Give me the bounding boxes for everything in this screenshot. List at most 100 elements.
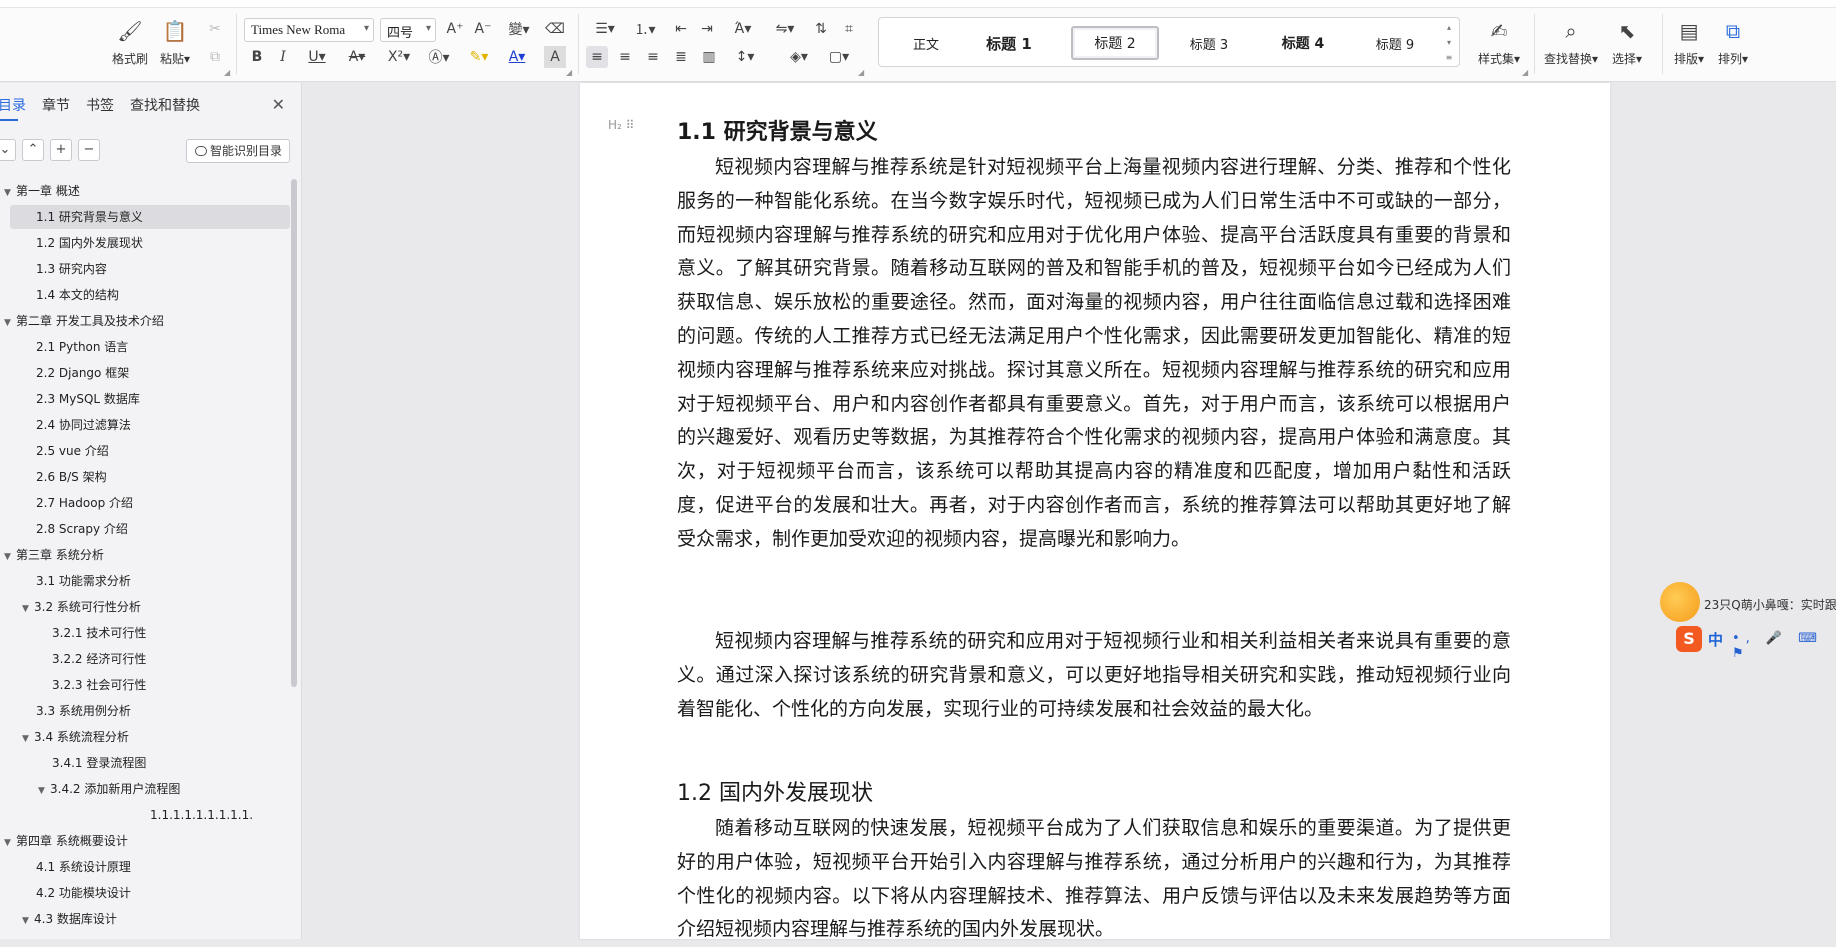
chevron-up-icon[interactable]: ⌃ <box>22 139 44 161</box>
heading-1-2[interactable]: 1.2 国内外发展现状 <box>677 775 873 807</box>
select-button[interactable]: ⬉ 选择▾ <box>1612 18 1642 67</box>
italic-icon[interactable]: I <box>272 46 294 68</box>
paragraph-3[interactable]: 随着移动互联网的快速发展，短视频平台成为了人们获取信息和娱乐的重要渠道。为了提供… <box>677 812 1511 947</box>
text-effect-icon[interactable]: Ⓐ▾ <box>424 46 454 68</box>
nav-scrollbar[interactable] <box>291 179 297 687</box>
heading-handle-icon[interactable]: H₂ ⠿ <box>608 118 634 132</box>
toc-item[interactable]: 2.8 Scrapy 介绍 <box>36 517 128 541</box>
style-heading-1[interactable]: 标题 1 <box>971 26 1047 60</box>
tab-bookmarks[interactable]: 书签 <box>86 95 114 119</box>
shrink-font-icon[interactable]: A⁻ <box>472 18 494 40</box>
text-direction-icon[interactable]: ⇋▾ <box>770 18 800 40</box>
paste-button[interactable]: 📋 粘贴▾ <box>160 18 190 67</box>
toc-item[interactable]: 2.2 Django 框架 <box>36 361 129 385</box>
align-center-icon[interactable]: ≡ <box>614 46 636 68</box>
highlight-icon[interactable]: ✎▾ <box>464 46 494 68</box>
strikethrough-icon[interactable]: A▾ <box>342 46 372 68</box>
align-left-icon[interactable]: ≡ <box>586 46 608 68</box>
style-heading-9[interactable]: 标题 9 <box>1357 26 1433 60</box>
qq-pet-icon[interactable] <box>1660 582 1700 622</box>
tab-find-replace[interactable]: 查找和替换 <box>130 95 200 119</box>
toc-item[interactable]: 1.4 本文的结构 <box>36 283 119 307</box>
sogou-ime-icon[interactable]: S <box>1676 626 1702 652</box>
expand-arrow-icon[interactable]: ▼ <box>4 311 16 335</box>
collapse-down-icon[interactable]: ⌄ <box>0 139 16 161</box>
copy-icon[interactable]: ⧉ <box>204 46 226 68</box>
toc-item[interactable]: 3.2.3 社会可行性 <box>52 673 146 697</box>
cut-icon[interactable]: ✂ <box>204 18 226 40</box>
ime-mode-toggle[interactable]: 中 <box>1708 629 1723 650</box>
clear-format-icon[interactable]: ⌫ <box>544 18 566 40</box>
toc-item[interactable]: ▼ 第三章 系统分析 <box>4 543 104 567</box>
toc-item[interactable]: 1.2 国内外发展现状 <box>36 231 143 255</box>
bold-icon[interactable]: B <box>246 46 268 68</box>
superscript-icon[interactable]: X²▾ <box>384 46 414 68</box>
align-right-icon[interactable]: ≡ <box>642 46 664 68</box>
expand-arrow-icon[interactable]: ▼ <box>22 597 34 621</box>
border-icon[interactable]: ▢▾ <box>824 46 854 68</box>
toc-item[interactable]: 2.7 Hadoop 介绍 <box>36 491 133 515</box>
font-color-icon[interactable]: A▾ <box>502 46 532 68</box>
layout-button[interactable]: ▤ 排版▾ <box>1674 18 1704 67</box>
toc-item[interactable]: 3.1 功能需求分析 <box>36 569 131 593</box>
underline-icon[interactable]: U▾ <box>302 46 332 68</box>
tab-sections[interactable]: 章节 <box>42 95 70 119</box>
bullet-list-icon[interactable]: ☰▾ <box>590 18 620 40</box>
char-shading-icon[interactable]: A <box>544 46 566 68</box>
close-icon[interactable]: ✕ <box>272 95 285 114</box>
toc-item[interactable]: 4.1 系统设计原理 <box>36 855 131 879</box>
arrange-button[interactable]: ⧉ 排列▾ <box>1718 18 1748 67</box>
toc-item[interactable]: 1.3 研究内容 <box>36 257 107 281</box>
style-heading-3[interactable]: 标题 3 <box>1171 26 1247 60</box>
styles-expand-icon[interactable]: ◢ <box>1522 68 1528 77</box>
grow-font-icon[interactable]: A⁺ <box>444 18 466 40</box>
toc-item[interactable]: 3.2.1 技术可行性 <box>52 621 146 645</box>
remove-icon[interactable]: − <box>78 139 100 161</box>
toc-item[interactable]: 1.1 研究背景与意义 <box>36 205 143 229</box>
toc-item[interactable]: 2.1 Python 语言 <box>36 335 128 359</box>
phonetic-guide-icon[interactable]: 變▾ <box>504 18 534 40</box>
toc-item[interactable]: 3.4.1 登录流程图 <box>52 751 146 775</box>
font-name-select[interactable]: Times New Roma ▾ <box>244 18 374 42</box>
expand-arrow-icon[interactable]: ▼ <box>22 727 34 751</box>
ime-tool-icons[interactable]: •, 🎤 ⌨ ⚑ <box>1732 631 1836 661</box>
toc-item[interactable]: ▼ 4.3 数据库设计 <box>22 907 117 931</box>
distribute-icon[interactable]: ▥ <box>698 46 720 68</box>
style-set-button[interactable]: ✍ 样式集▾ <box>1478 18 1520 67</box>
toc-item[interactable]: ▼ 3.4.2 添加新用户流程图 <box>38 777 180 801</box>
heading-1-1[interactable]: 1.1 研究背景与意义 <box>677 114 878 146</box>
shading-icon[interactable]: ◈▾ <box>784 46 814 68</box>
style-heading-4[interactable]: 标题 4 <box>1263 26 1343 60</box>
paragraph-2[interactable]: 短视频内容理解与推荐系统的研究和应用对于短视频行业和相关利益相关者来说具有重要的… <box>677 625 1511 726</box>
tab-toc[interactable]: 目录 <box>0 95 26 119</box>
toc-item[interactable]: 3.3 系统用例分析 <box>36 699 131 723</box>
toc-item[interactable]: 2.4 协同过滤算法 <box>36 413 131 437</box>
expand-arrow-icon[interactable]: ▼ <box>22 909 34 933</box>
justify-icon[interactable]: ≣ <box>670 46 692 68</box>
smart-toc-button[interactable]: 智能识别目录 <box>186 139 290 163</box>
style-normal[interactable]: 正文 <box>893 26 959 60</box>
paragraph-expand-icon[interactable]: ◢ <box>858 68 864 77</box>
asian-layout-icon[interactable]: Ά▾ <box>726 18 760 40</box>
clipboard-expand-icon[interactable]: ◢ <box>224 68 230 77</box>
decrease-indent-icon[interactable]: ⇤ <box>670 18 692 40</box>
toc-item[interactable]: 2.6 B/S 架构 <box>36 465 107 489</box>
expand-arrow-icon[interactable]: ▼ <box>38 779 50 803</box>
show-marks-icon[interactable]: ⌗ <box>838 18 860 40</box>
sort-icon[interactable]: ⇅ <box>810 18 832 40</box>
font-expand-icon[interactable]: ◢ <box>566 68 572 77</box>
add-icon[interactable]: + <box>50 139 72 161</box>
paragraph-1[interactable]: 短视频内容理解与推荐系统是针对短视频平台上海量视频内容进行理解、分类、推荐和个性… <box>677 151 1511 557</box>
expand-arrow-icon[interactable]: ▼ <box>4 545 16 569</box>
toc-item[interactable]: 3.2.2 经济可行性 <box>52 647 146 671</box>
format-painter-button[interactable]: 🖌 格式刷 <box>112 18 148 67</box>
font-size-select[interactable]: 四号 ▾ <box>380 18 436 42</box>
toc-item[interactable]: 4.2 功能模块设计 <box>36 881 131 905</box>
toc-item[interactable]: ▼ 3.2 系统可行性分析 <box>22 595 141 619</box>
line-spacing-icon[interactable]: ↕▾ <box>728 46 762 68</box>
toc-item[interactable]: 2.5 vue 介绍 <box>36 439 109 463</box>
toc-item[interactable]: ▼ 第一章 概述 <box>4 179 80 203</box>
expand-arrow-icon[interactable]: ▼ <box>4 831 16 855</box>
increase-indent-icon[interactable]: ⇥ <box>696 18 718 40</box>
expand-arrow-icon[interactable]: ▼ <box>4 181 16 205</box>
